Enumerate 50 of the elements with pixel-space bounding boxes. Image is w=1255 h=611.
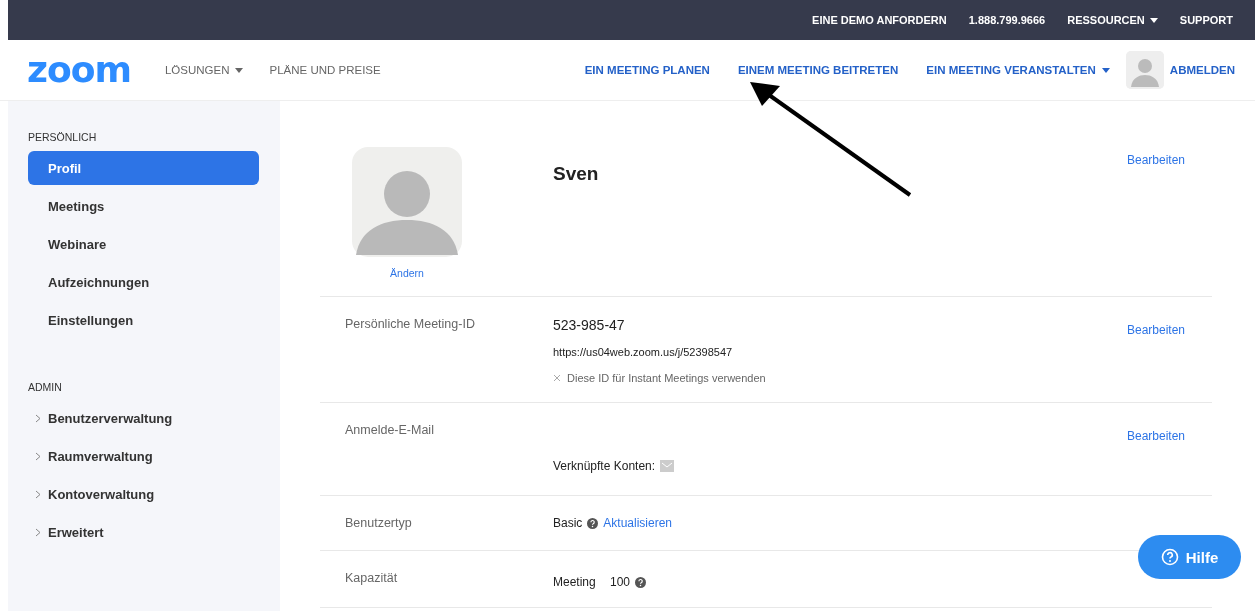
edit-link[interactable]: Bearbeiten — [1126, 323, 1185, 337]
chevron-icon — [35, 451, 41, 461]
nav-link[interactable]: EINEM MEETING BEITRETEN — [737, 64, 899, 76]
help-icon — [587, 517, 599, 529]
top-link[interactable]: EINE DEMO ANFORDERN — [812, 14, 947, 26]
help-icon — [1160, 548, 1179, 566]
sidebar-item[interactable]: Meetings — [28, 189, 259, 223]
meeting-id: 523-985-47 — [553, 317, 626, 333]
sidebar-item[interactable]: Erweitert — [28, 515, 259, 549]
sidebar-heading: PERSÖNLICH — [28, 131, 98, 143]
sidebar-item[interactable]: Webinare — [28, 227, 259, 261]
edit-link[interactable]: Bearbeiten — [1126, 153, 1185, 167]
change-photo-link[interactable]: Ändern — [390, 267, 424, 279]
linked-accounts-label: Verknüpfte Konten: — [553, 459, 656, 473]
meeting-url: https://us04web.zoom.us/j/52398547 — [553, 346, 734, 358]
signout-link[interactable]: ABMELDEN — [1169, 64, 1235, 76]
sidebar-item[interactable]: Einstellungen — [28, 303, 259, 337]
chevron-icon — [35, 527, 41, 537]
edit-link[interactable]: Bearbeiten — [1126, 429, 1185, 443]
upgrade-link[interactable]: Aktualisieren — [603, 516, 673, 530]
cross-icon[interactable] — [553, 374, 561, 382]
sidebar-item[interactable]: Raumverwaltung — [28, 439, 259, 473]
nav-link[interactable]: PLÄNE UND PREISE — [269, 64, 381, 76]
nav-link[interactable]: LÖSUNGEN — [164, 64, 244, 76]
field-label: Anmelde-E-Mail — [345, 422, 435, 439]
sidebar-item[interactable]: Kontoverwaltung — [28, 477, 259, 511]
logo[interactable]: zoom — [27, 52, 131, 88]
user-type: Basic — [553, 516, 583, 530]
mail-icon — [660, 460, 675, 472]
sidebar-item[interactable]: Aufzeichnungen — [28, 265, 259, 299]
help-button[interactable]: Hilfe — [1138, 535, 1241, 579]
field-label: Benutzertyp — [345, 515, 413, 532]
instant-meeting-option: Diese ID für Instant Meetings verwenden — [567, 372, 766, 384]
top-link[interactable]: 1.888.799.9666 — [968, 14, 1046, 26]
nav-link[interactable]: EIN MEETING PLANEN — [584, 64, 710, 76]
top-link[interactable]: RESSOURCEN — [1067, 14, 1158, 26]
top-link[interactable]: SUPPORT — [1179, 14, 1233, 26]
chevron-icon — [35, 413, 41, 423]
sidebar-item[interactable]: Profil — [28, 151, 259, 185]
capacity-value: 100 — [610, 575, 631, 589]
sidebar-heading: ADMIN — [28, 381, 63, 393]
field-label: Kapazität — [345, 570, 399, 587]
sidebar-item[interactable]: Benutzerverwaltung — [28, 401, 259, 435]
chevron-icon — [35, 489, 41, 499]
user-name: Sven — [553, 163, 600, 186]
profile-picture-icon — [352, 147, 462, 257]
nav-link[interactable]: EIN MEETING VERANSTALTEN — [926, 64, 1110, 76]
help-icon — [635, 576, 647, 588]
field-label: Persönliche Meeting-ID — [345, 316, 476, 333]
capacity-type: Meeting — [553, 575, 597, 589]
